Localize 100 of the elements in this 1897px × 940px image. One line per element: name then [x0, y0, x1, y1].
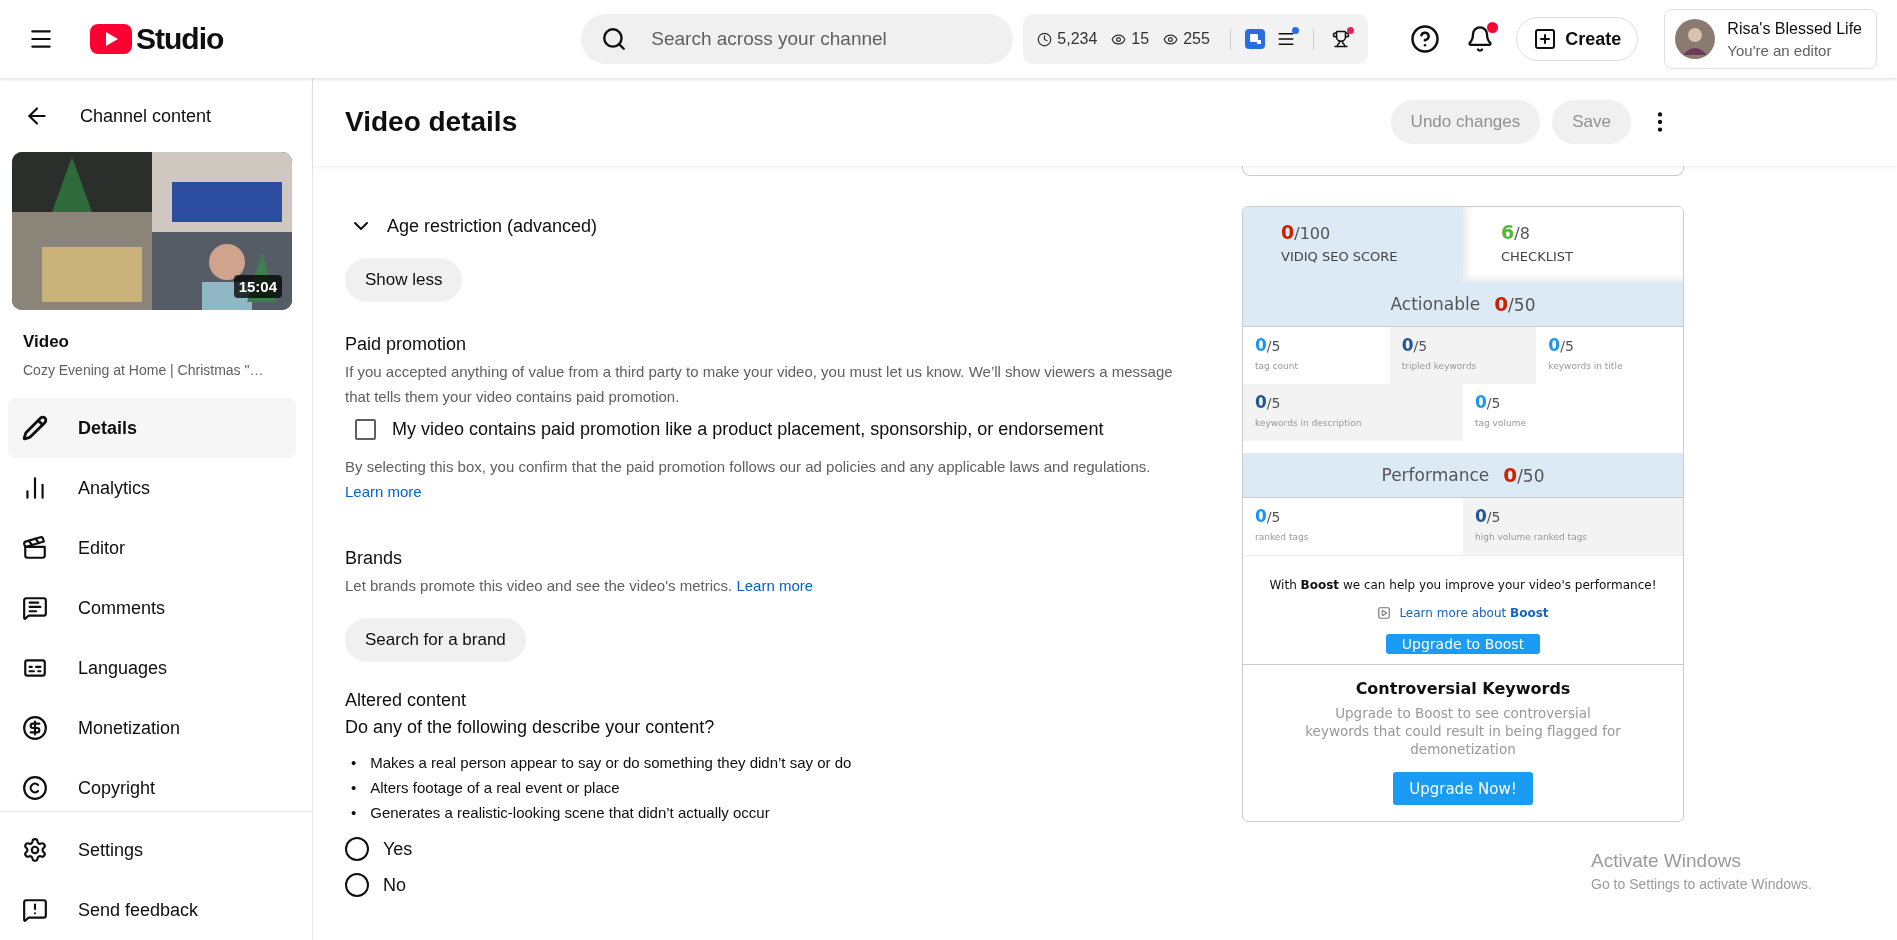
- video-heading: Video: [23, 332, 70, 352]
- section-score: 0/50: [1494, 292, 1536, 316]
- video-icon: [1377, 606, 1392, 620]
- nav-item[interactable]: Editor: [8, 518, 296, 578]
- eye-icon: [1111, 31, 1127, 47]
- back-label: Channel content: [80, 105, 212, 127]
- score-total: /100: [1294, 224, 1331, 243]
- metric-label: keywords in title: [1548, 361, 1624, 371]
- bullet-mark: •: [351, 778, 357, 798]
- policy-note: By selecting this box, you confirm that the paid promotion follows our ad policies and any applicable laws and regulations. Learn more: [345, 457, 1152, 502]
- controversial-title: Controversial Keywords: [1354, 679, 1572, 698]
- section-name: Performance: [1381, 465, 1490, 485]
- metric-label: high volume ranked tags: [1475, 532, 1589, 542]
- score-total: /8: [1514, 224, 1530, 243]
- metric-value: 0/5: [1475, 392, 1502, 412]
- metric-value: 0/5: [1548, 335, 1575, 355]
- clock-icon: [1037, 31, 1053, 47]
- nav-item[interactable]: Languages: [8, 638, 296, 698]
- section-title: Paid promotion: [345, 334, 468, 355]
- metric-label: tag volume: [1475, 418, 1527, 428]
- radio-label: No: [383, 874, 406, 896]
- boost-text: With Boost we can help you improve your video's performance!: [1268, 578, 1658, 592]
- learn-more-link[interactable]: Learn more: [736, 577, 814, 594]
- bullet-item: Generates a realistic-looking scene that didn’t actually occur: [370, 803, 770, 823]
- copyright-icon: [22, 775, 48, 801]
- score-tab[interactable]: 0/100 VIDIQ SEO SCORE: [1243, 207, 1463, 282]
- metric-value: 0/5: [1475, 506, 1502, 526]
- search-brand-button[interactable]: Search for a brand: [345, 618, 526, 662]
- vidiq-icon[interactable]: [1244, 29, 1265, 49]
- age-restriction-toggle[interactable]: Age restriction (advanced): [345, 214, 598, 238]
- score-value: 0: [1281, 221, 1295, 243]
- dollar-icon: [22, 715, 48, 741]
- score-value: 6: [1501, 221, 1515, 243]
- score-tab[interactable]: 6/8 CHECKLIST: [1463, 207, 1683, 282]
- eye-icon: [1163, 31, 1179, 47]
- section-title: Altered content: [345, 690, 468, 711]
- feedback-icon: [22, 897, 48, 923]
- bullet-mark: •: [351, 753, 357, 773]
- radio-button[interactable]: [345, 837, 369, 861]
- nav-item[interactable]: Comments: [8, 578, 296, 638]
- comment-icon: [22, 595, 48, 621]
- create-button[interactable]: Create: [1516, 17, 1639, 61]
- metric-value: 0/5: [1255, 506, 1282, 526]
- metric-value: 0/5: [1255, 335, 1282, 355]
- search-field[interactable]: Search across your channel: [581, 14, 1014, 64]
- stat-value: 5,234: [1057, 30, 1098, 48]
- notification-dot: [1346, 27, 1354, 34]
- radio-label: Yes: [383, 838, 413, 860]
- question-text: Do any of the following describe your content?: [345, 717, 716, 738]
- logo-text: Studio: [136, 22, 224, 56]
- activation-title: Activate Windows: [1591, 850, 1742, 872]
- nav-item[interactable]: Analytics: [8, 458, 296, 518]
- metric-value: 0/5: [1255, 392, 1282, 412]
- notification-dot: [1291, 27, 1299, 34]
- account-button[interactable]: Risa's Blessed Life You're an editor: [1664, 9, 1877, 69]
- video-title: Cozy Evening at Home | Christmas "…: [23, 362, 265, 378]
- metric-label: tripled keywords: [1401, 361, 1478, 371]
- notification-dot: [1487, 22, 1499, 33]
- bullet-item: Alters footage of a real event or place: [370, 778, 620, 798]
- stat-value: 15: [1131, 30, 1150, 48]
- section-name: Actionable: [1390, 294, 1481, 314]
- score-label: VIDIQ SEO SCORE: [1281, 249, 1399, 264]
- duration-badge: 15:04: [233, 275, 282, 298]
- search-icon: [601, 26, 628, 52]
- notifications-icon[interactable]: [1466, 25, 1495, 53]
- metric-value: 0/5: [1401, 335, 1429, 355]
- section-score: 0/50: [1503, 463, 1545, 487]
- page-title: Video details: [345, 106, 519, 138]
- nav-item[interactable]: Copyright: [8, 758, 296, 811]
- nav-item[interactable]: Settings: [8, 820, 296, 880]
- boost-link[interactable]: Learn more about Boost: [1377, 606, 1549, 620]
- score-label: CHECKLIST: [1501, 249, 1574, 264]
- metric-label: ranked tags: [1255, 532, 1310, 542]
- settings-icon: [22, 837, 48, 863]
- clapperboard-icon: [22, 535, 48, 561]
- nav-item[interactable]: Details: [8, 398, 296, 458]
- help-icon[interactable]: [1410, 24, 1441, 54]
- section-description: Let brands promote this video and see the video's metrics. Learn more: [345, 576, 815, 596]
- controversial-text: Upgrade to Boost to see controversial keywords that could result in being flagged for demonetization: [1304, 704, 1622, 758]
- bullet-item: Makes a real person appear to say or do something they didn’t say or do: [370, 753, 852, 773]
- bullet-mark: •: [351, 803, 357, 823]
- checkbox[interactable]: [355, 419, 376, 440]
- learn-more-link[interactable]: Learn more: [345, 483, 422, 500]
- avatar-icon: [1675, 19, 1716, 59]
- list-icon[interactable]: [1276, 30, 1295, 48]
- nav-item[interactable]: Send feedback: [8, 880, 296, 940]
- metric-label: keywords in description: [1255, 418, 1363, 428]
- nav-item[interactable]: Monetization: [8, 698, 296, 758]
- metric-label: tag count: [1255, 361, 1299, 371]
- checkbox-label: My video contains paid promotion like a product placement, sponsorship, or endorsement: [392, 419, 1104, 440]
- pencil-icon: [22, 415, 48, 441]
- add-icon: [1533, 27, 1558, 51]
- stat-value: 255: [1183, 30, 1210, 48]
- section-title: Brands: [345, 548, 404, 569]
- section-description: If you accepted anything of value from a third party to make your video, you must let us know. We’ll show viewers a message that tells them your video contains paid promotion.: [345, 362, 1174, 407]
- activation-subtitle: Go to Settings to activate Windows.: [1591, 876, 1812, 892]
- radio-button[interactable]: [345, 873, 369, 897]
- logo-icon: [90, 24, 132, 54]
- show-less-button[interactable]: Show less: [345, 258, 463, 302]
- trophy-icon[interactable]: [1331, 30, 1350, 48]
